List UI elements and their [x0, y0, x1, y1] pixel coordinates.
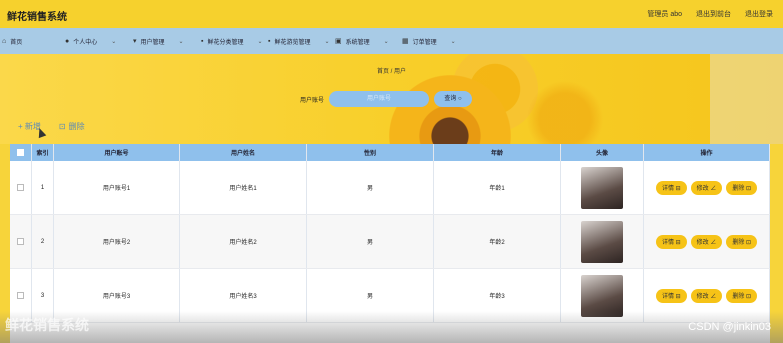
watermark-overlay — [0, 311, 783, 343]
trash-icon: ⊡ — [58, 122, 66, 131]
gear-icon: ▣ — [335, 38, 342, 45]
row-checkbox[interactable] — [17, 184, 24, 191]
chevron-down-icon: ⌄ — [450, 38, 456, 45]
batch-delete-button[interactable]: ⊡ 删除 — [59, 121, 85, 132]
nav-system[interactable]: ▣ 系统管理 ⌄ — [335, 28, 389, 54]
col-account: 用户账号 — [54, 144, 180, 161]
avatar — [581, 166, 623, 209]
users-icon: ▾ — [133, 38, 137, 45]
app-title: 鲜花销售系统 — [7, 12, 67, 23]
flower-icon: ▪ — [268, 37, 271, 45]
row-checkbox[interactable] — [17, 238, 24, 245]
nav-profile[interactable]: ● 个人中心 ⌄ — [65, 28, 116, 54]
col-gender: 性别 — [307, 144, 434, 161]
nav-flower-browse[interactable]: ▪ 鲜花游览管理 ⌄ — [268, 28, 330, 54]
watermark-credit: CSDN @jinkin03 — [688, 321, 771, 333]
col-index: 索引 — [32, 144, 54, 161]
search-label: 用户账号 — [300, 97, 325, 104]
detail-button[interactable]: 详情 ⊟ — [655, 288, 687, 303]
admin-label: 管理员 abo — [647, 11, 682, 18]
banner: 首页 / 用户 用户账号 用户账号 查询 ○ — [0, 54, 783, 144]
search-button[interactable]: 查询 ○ — [434, 91, 473, 107]
nav-users[interactable]: ▾ 用户管理 ⌄ — [133, 28, 184, 54]
delete-button[interactable]: 删除 ⊡ — [726, 234, 758, 249]
category-icon: ▪ — [201, 37, 204, 45]
search-input[interactable]: 用户账号 — [329, 91, 430, 107]
user-icon: ● — [65, 37, 70, 45]
logout-link[interactable]: 退出登录 — [745, 9, 773, 19]
watermark-title: 鲜花销售系统 — [5, 317, 89, 333]
detail-button[interactable]: 详情 ⊟ — [655, 180, 687, 195]
col-name: 用户姓名 — [180, 144, 307, 161]
nav-home[interactable]: ⌂ 首页 — [2, 28, 22, 54]
chevron-down-icon: ⌄ — [111, 38, 117, 45]
col-age: 年龄 — [434, 144, 561, 161]
main-nav: ⌂ 首页 ● 个人中心 ⌄ ▾ 用户管理 ⌄ ▪ 鲜花分类管理 ⌄ ▪ 鲜花游览管理 ⌄ ▣ 系统管… — [0, 28, 783, 54]
avatar — [581, 220, 623, 263]
table-row: 2 用户账号2 用户姓名2 男 年龄2 详情 ⊟ 修改 ∠ 删除 ⊡ — [10, 215, 770, 269]
col-avatar: 头像 — [561, 144, 644, 161]
table-header: 索引 用户账号 用户姓名 性别 年龄 头像 操作 — [10, 144, 770, 161]
back-to-frontend-link[interactable]: 退出到前台 — [696, 9, 731, 19]
select-all-checkbox[interactable] — [17, 149, 24, 156]
detail-button[interactable]: 详情 ⊟ — [655, 234, 687, 249]
edit-button[interactable]: 修改 ∠ — [690, 180, 723, 195]
delete-button[interactable]: 删除 ⊡ — [726, 180, 758, 195]
top-header: 鲜花销售系统 管理员 abo 退出到前台 退出登录 — [0, 0, 783, 28]
nav-orders[interactable]: ▦ 订单管理 ⌄ — [402, 28, 456, 54]
nav-flower-category[interactable]: ▪ 鲜花分类管理 ⌄ — [201, 28, 263, 54]
chevron-down-icon: ⌄ — [383, 38, 389, 45]
chevron-down-icon: ⌄ — [324, 38, 330, 45]
chevron-down-icon: ⌄ — [257, 38, 263, 45]
chevron-down-icon: ⌄ — [178, 38, 184, 45]
table-row: 1 用户账号1 用户姓名1 男 年龄1 详情 ⊟ 修改 ∠ 删除 ⊡ — [10, 161, 770, 215]
delete-button[interactable]: 删除 ⊡ — [726, 288, 758, 303]
breadcrumb: 首页 / 用户 — [376, 69, 406, 75]
col-ops: 操作 — [644, 144, 770, 161]
row-checkbox[interactable] — [17, 292, 24, 299]
grid-icon: ▦ — [402, 38, 409, 45]
edit-button[interactable]: 修改 ∠ — [690, 288, 723, 303]
edit-button[interactable]: 修改 ∠ — [690, 234, 723, 249]
home-icon: ⌂ — [2, 37, 7, 45]
